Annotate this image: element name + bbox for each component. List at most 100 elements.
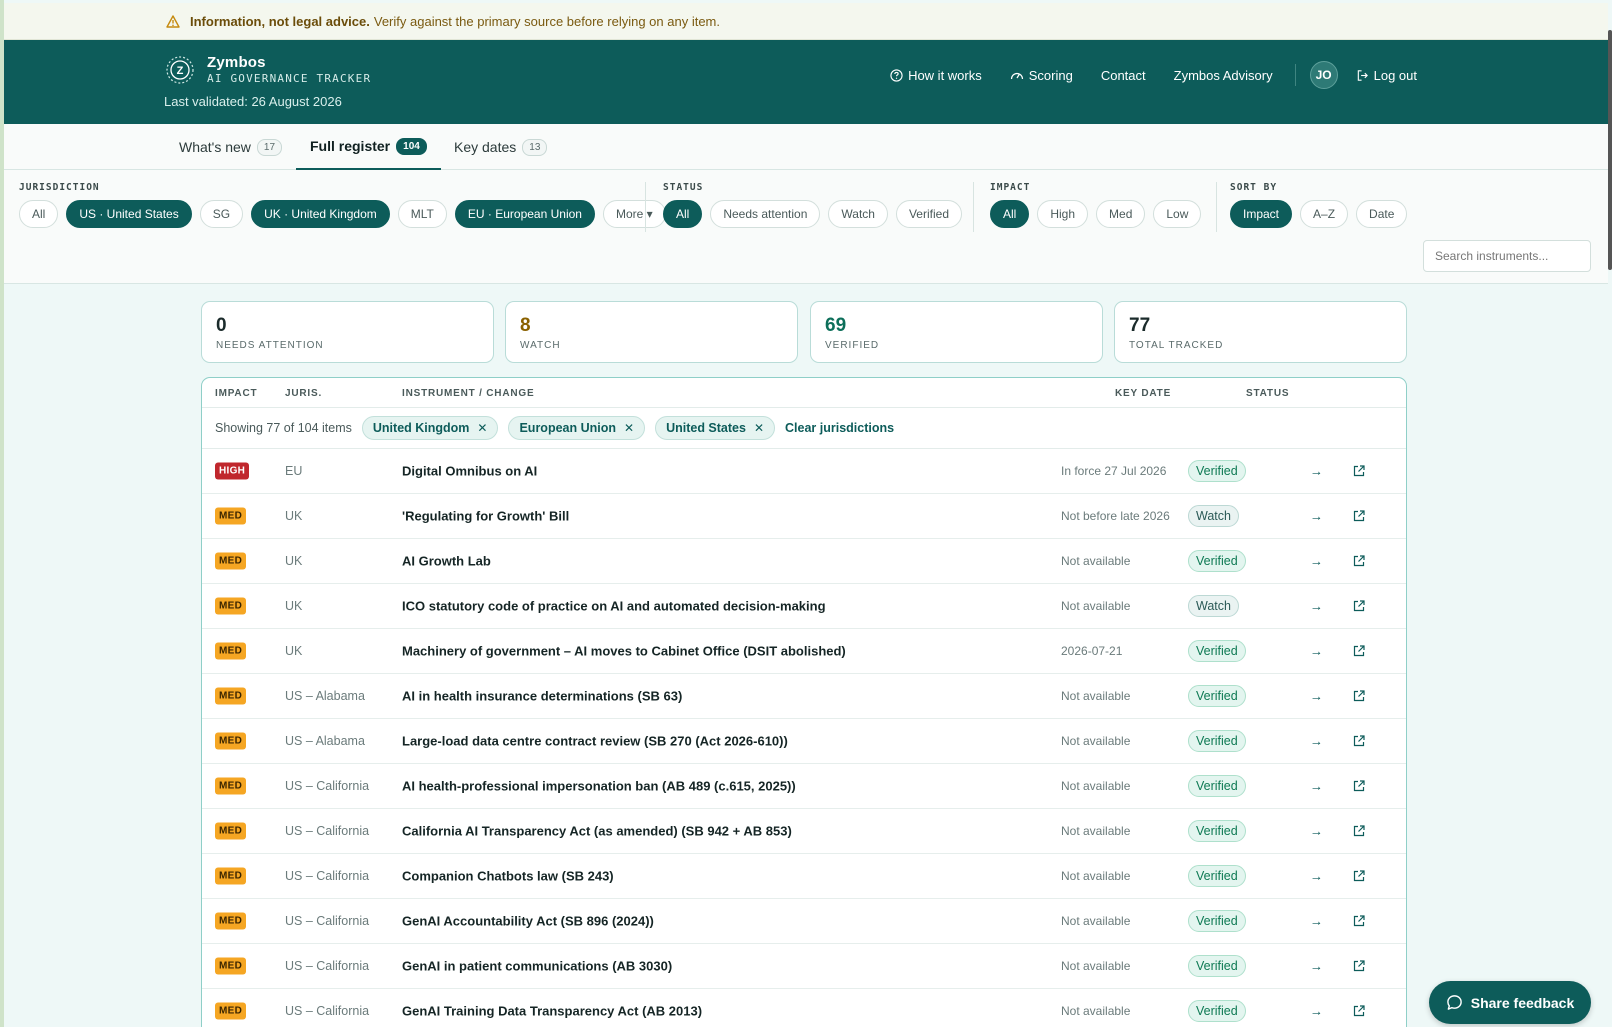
- external-link-icon[interactable]: [1352, 509, 1366, 523]
- table-row[interactable]: MED UK AI Growth Lab Not available Verified →: [202, 539, 1406, 584]
- logout-button[interactable]: Log out: [1342, 68, 1431, 83]
- table-row[interactable]: MED US – Alabama AI in health insurance de…: [202, 674, 1406, 719]
- juris-chip-all[interactable]: All: [19, 200, 59, 228]
- arrow-right-icon[interactable]: →: [1310, 959, 1323, 974]
- close-icon[interactable]: ✕: [624, 421, 634, 435]
- juris-chip-more[interactable]: More ▾: [602, 200, 666, 228]
- arrow-right-icon[interactable]: →: [1310, 689, 1323, 704]
- row-instrument[interactable]: GenAI in patient communications (AB 3030…: [402, 959, 672, 974]
- juris-chip-uk[interactable]: UK · United Kingdom: [251, 200, 390, 228]
- table-row[interactable]: MED UK Machinery of government – AI moves …: [202, 629, 1406, 674]
- nav-how-it-works[interactable]: How it works: [876, 68, 996, 83]
- arrow-right-icon[interactable]: →: [1310, 824, 1323, 839]
- table-row[interactable]: MED US – California GenAI in patient commu…: [202, 944, 1406, 989]
- status-chip-needs-attention[interactable]: Needs attention: [710, 200, 821, 228]
- summary-value: 69: [825, 315, 847, 336]
- row-instrument[interactable]: Digital Omnibus on AI: [402, 464, 537, 479]
- juris-chip-mlt[interactable]: MLT: [397, 200, 447, 228]
- external-link-icon[interactable]: [1352, 1004, 1366, 1018]
- sort-chip-az[interactable]: A–Z: [1300, 200, 1349, 228]
- arrow-right-icon[interactable]: →: [1310, 599, 1323, 614]
- tab-key-dates[interactable]: Key dates 13: [454, 124, 548, 170]
- clear-jurisdictions-link[interactable]: Clear jurisdictions: [785, 421, 894, 435]
- col-key-date[interactable]: KEY DATE: [1115, 388, 1171, 399]
- external-link-icon[interactable]: [1352, 554, 1366, 568]
- user-avatar[interactable]: JO: [1309, 61, 1338, 89]
- table-row[interactable]: MED US – California California AI Transpar…: [202, 809, 1406, 854]
- table-row[interactable]: MED US – California Companion Chatbots law…: [202, 854, 1406, 899]
- table-row[interactable]: HIGH EU Digital Omnibus on AI In force 27 J…: [202, 449, 1406, 494]
- sort-chip-impact[interactable]: Impact: [1230, 200, 1293, 228]
- external-link-icon[interactable]: [1352, 599, 1366, 613]
- row-instrument[interactable]: AI Growth Lab: [402, 554, 491, 569]
- arrow-right-icon[interactable]: →: [1310, 644, 1323, 659]
- page-scrollbar[interactable]: [1608, 30, 1612, 270]
- external-link-icon[interactable]: [1352, 824, 1366, 838]
- filter-pill-us[interactable]: United States ✕: [655, 416, 776, 440]
- row-instrument[interactable]: ICO statutory code of practice on AI and…: [402, 599, 826, 614]
- external-link-icon[interactable]: [1352, 914, 1366, 928]
- sort-chip-date[interactable]: Date: [1356, 200, 1408, 228]
- table-row[interactable]: MED US – California GenAI Training Data Tr…: [202, 989, 1406, 1027]
- row-instrument[interactable]: GenAI Accountability Act (SB 896 (2024)): [402, 914, 654, 929]
- sort-label: SORT BY: [1230, 182, 1278, 193]
- arrow-right-icon[interactable]: →: [1310, 554, 1323, 569]
- status-chip-all[interactable]: All: [663, 200, 703, 228]
- juris-chip-eu[interactable]: EU · European Union: [454, 200, 595, 228]
- filter-pill-uk[interactable]: United Kingdom ✕: [361, 416, 499, 440]
- row-instrument[interactable]: Large-load data centre contract review (…: [402, 734, 788, 749]
- row-instrument[interactable]: 'Regulating for Growth' Bill: [402, 509, 569, 524]
- arrow-right-icon[interactable]: →: [1310, 1004, 1323, 1019]
- search-input[interactable]: [1423, 240, 1591, 272]
- brand[interactable]: Z Zymbos AI GOVERNANCE TRACKER: [165, 55, 371, 87]
- external-link-icon[interactable]: [1352, 734, 1366, 748]
- row-instrument[interactable]: GenAI Training Data Transparency Act (AB…: [402, 1004, 702, 1019]
- summary-needs-attention[interactable]: 0 NEEDS ATTENTION: [201, 301, 494, 363]
- table-row[interactable]: MED UK ICO statutory code of practice on A…: [202, 584, 1406, 629]
- col-impact[interactable]: IMPACT: [215, 388, 257, 399]
- impact-chip-med[interactable]: Med: [1096, 200, 1146, 228]
- external-link-icon[interactable]: [1352, 464, 1366, 478]
- row-instrument[interactable]: Companion Chatbots law (SB 243): [402, 869, 614, 884]
- status-chip-watch[interactable]: Watch: [828, 200, 888, 228]
- status-chip-verified[interactable]: Verified: [895, 200, 962, 228]
- external-link-icon[interactable]: [1352, 869, 1366, 883]
- arrow-right-icon[interactable]: →: [1310, 509, 1323, 524]
- external-link-icon[interactable]: [1352, 689, 1366, 703]
- impact-chip-high[interactable]: High: [1037, 200, 1089, 228]
- table-row[interactable]: MED US – California GenAI Accountability A…: [202, 899, 1406, 944]
- row-instrument[interactable]: AI in health insurance determinations (S…: [402, 689, 682, 704]
- arrow-right-icon[interactable]: →: [1310, 779, 1323, 794]
- col-juris[interactable]: JURIS.: [285, 388, 322, 399]
- table-row[interactable]: MED US – California AI health-professional…: [202, 764, 1406, 809]
- arrow-right-icon[interactable]: →: [1310, 869, 1323, 884]
- table-row[interactable]: MED US – Alabama Large-load data centre co…: [202, 719, 1406, 764]
- tab-whats-new[interactable]: What's new 17: [179, 124, 283, 170]
- juris-chip-sg[interactable]: SG: [199, 200, 244, 228]
- table-row[interactable]: MED UK 'Regulating for Growth' Bill Not bef…: [202, 494, 1406, 539]
- external-link-icon[interactable]: [1352, 779, 1366, 793]
- tab-full-register[interactable]: Full register 104: [296, 124, 441, 170]
- row-instrument[interactable]: California AI Transparency Act (as amend…: [402, 824, 792, 839]
- close-icon[interactable]: ✕: [754, 421, 764, 435]
- row-instrument[interactable]: AI health-professional impersonation ban…: [402, 779, 796, 794]
- juris-chip-us[interactable]: US · United States: [66, 200, 192, 228]
- external-link-icon[interactable]: [1352, 644, 1366, 658]
- filter-pill-eu[interactable]: European Union ✕: [508, 416, 646, 440]
- row-instrument[interactable]: Machinery of government – AI moves to Ca…: [402, 644, 846, 659]
- summary-watch[interactable]: 8 WATCH: [505, 301, 798, 363]
- arrow-right-icon[interactable]: →: [1310, 734, 1323, 749]
- col-status[interactable]: STATUS: [1246, 388, 1289, 399]
- col-instrument[interactable]: INSTRUMENT / CHANGE: [402, 388, 534, 399]
- arrow-right-icon[interactable]: →: [1310, 914, 1323, 929]
- nav-contact[interactable]: Contact: [1087, 68, 1160, 83]
- summary-verified[interactable]: 69 VERIFIED: [810, 301, 1103, 363]
- nav-scoring[interactable]: Scoring: [996, 68, 1087, 83]
- share-feedback-button[interactable]: Share feedback: [1429, 981, 1591, 1024]
- close-icon[interactable]: ✕: [477, 421, 487, 435]
- arrow-right-icon[interactable]: →: [1310, 464, 1323, 479]
- external-link-icon[interactable]: [1352, 959, 1366, 973]
- impact-chip-low[interactable]: Low: [1153, 200, 1202, 228]
- impact-chip-all[interactable]: All: [990, 200, 1030, 228]
- nav-advisory[interactable]: Zymbos Advisory: [1160, 68, 1287, 83]
